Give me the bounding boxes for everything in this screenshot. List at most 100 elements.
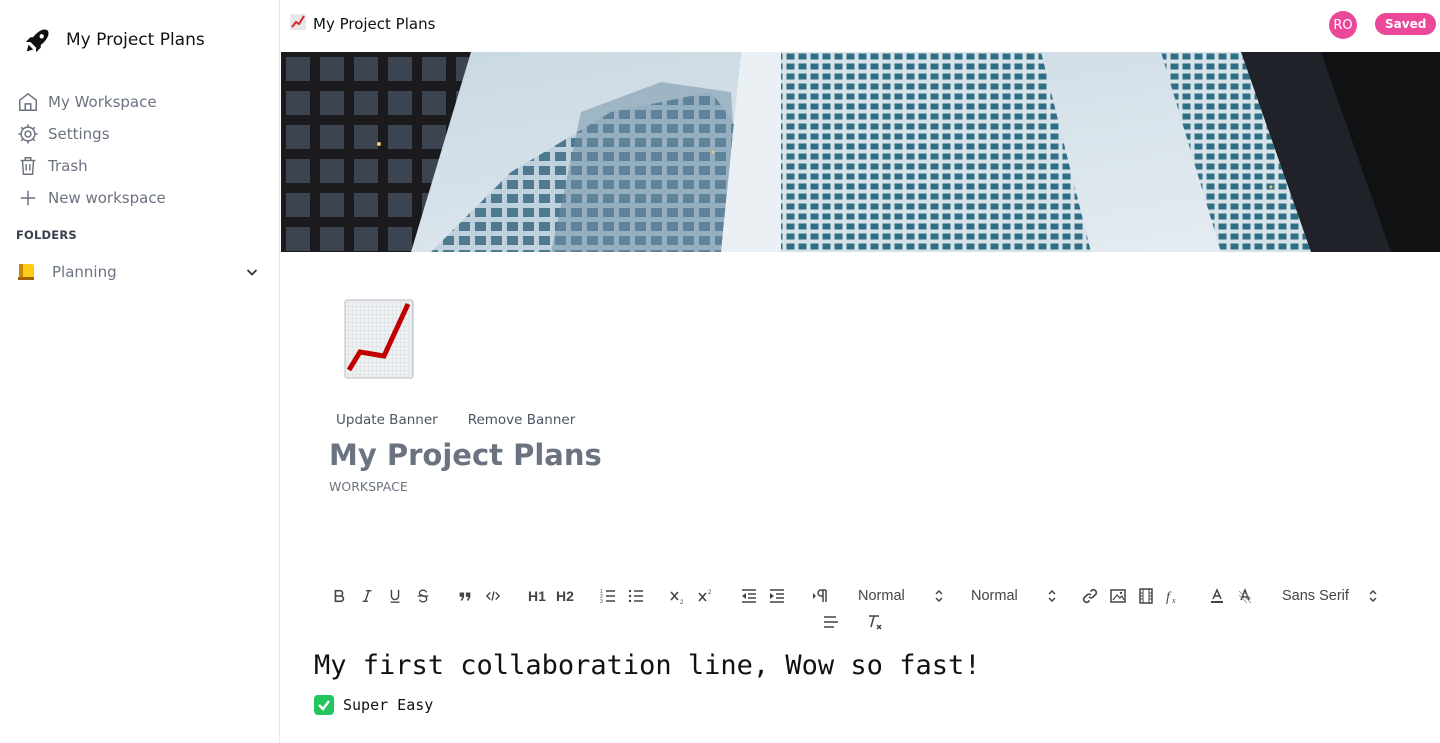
folders-heading: FOLDERS (16, 228, 77, 242)
text-direction-button[interactable] (811, 584, 829, 608)
outdent-icon (742, 589, 756, 603)
quote-icon (459, 592, 471, 601)
chart-increasing-icon (289, 13, 313, 35)
sidebar-nav: My Workspace Settings Trash New workspac… (16, 86, 264, 214)
font-select[interactable]: Sans Serif (1282, 584, 1378, 608)
indent-icon (770, 589, 784, 603)
chevron-down-icon[interactable] (244, 264, 260, 280)
strikethrough-icon (417, 589, 429, 603)
header-1-button[interactable]: H1 (527, 584, 547, 608)
editor-toolbar: H1 H2 123 2 2 Normal Normal fx Sans Seri… (327, 584, 1397, 608)
editor-line-text: Super Easy (343, 696, 434, 714)
sidebar-item-my-workspace[interactable]: My Workspace (16, 86, 264, 118)
image-button[interactable] (1109, 584, 1127, 608)
bold-button[interactable] (331, 584, 347, 608)
outdent-button[interactable] (740, 584, 758, 608)
formula-icon: fx (1166, 590, 1176, 605)
clear-formatting-button[interactable] (866, 610, 884, 634)
breadcrumb-title: My Project Plans (313, 15, 436, 33)
home-icon (16, 90, 40, 114)
background-color-button[interactable] (1236, 584, 1254, 608)
page-subtitle: WORKSPACE (329, 479, 408, 494)
ordered-list-button[interactable]: 123 (599, 584, 617, 608)
subscript-icon: 2 (670, 591, 684, 605)
strike-button[interactable] (415, 584, 431, 608)
italic-button[interactable] (359, 584, 375, 608)
remove-banner-button[interactable]: Remove Banner (461, 410, 583, 430)
video-icon (1139, 588, 1153, 604)
avatar[interactable]: RO (1329, 11, 1357, 39)
align-button[interactable] (822, 610, 840, 634)
select-arrows-icon (1048, 589, 1056, 603)
subscript-button[interactable]: 2 (669, 584, 687, 608)
sidebar-item-label: My Workspace (48, 93, 157, 111)
yellow-notebook-icon (16, 262, 38, 282)
app-name: My Project Plans (66, 30, 205, 50)
text-color-button[interactable] (1208, 584, 1226, 608)
align-left-icon (824, 616, 838, 628)
status-badge: Saved (1375, 13, 1437, 35)
header-2-button[interactable]: H2 (555, 584, 575, 608)
rocket-icon (22, 26, 52, 60)
plus-icon (16, 186, 40, 210)
blockquote-button[interactable] (457, 584, 473, 608)
breadcrumb[interactable]: My Project Plans (289, 13, 435, 35)
editor-content[interactable]: My first collaboration line, Wow so fast… (314, 650, 1414, 715)
underline-button[interactable] (387, 584, 403, 608)
code-icon (485, 591, 501, 601)
banner-actions: Update Banner Remove Banner (329, 410, 598, 430)
header-select-value: Normal (858, 588, 905, 604)
sidebar-item-new-workspace[interactable]: New workspace (16, 182, 264, 214)
settings-icon (16, 122, 40, 146)
sidebar: My Project Plans My Workspace Settings T… (0, 0, 280, 743)
page-title[interactable]: My Project Plans (329, 438, 602, 472)
formula-button[interactable]: fx (1165, 584, 1183, 608)
superscript-icon: 2 (698, 590, 712, 602)
select-arrows-icon (1369, 589, 1377, 603)
rtl-paragraph-icon (813, 589, 827, 602)
video-button[interactable] (1137, 584, 1155, 608)
italic-icon (362, 589, 372, 603)
top-bar: My Project Plans RO Saved (281, 0, 1440, 52)
editor-line[interactable]: Super Easy (314, 695, 1414, 715)
h1-label: H1 (528, 588, 546, 604)
font-select-value: Sans Serif (1282, 588, 1349, 604)
sidebar-item-settings[interactable]: Settings (16, 118, 264, 150)
size-select[interactable]: Normal (971, 584, 1057, 608)
editor-line[interactable]: My first collaboration line, Wow so fast… (314, 650, 1414, 681)
trash-icon (16, 154, 40, 178)
ordered-list-icon: 123 (600, 589, 615, 605)
brand[interactable]: My Project Plans (22, 26, 205, 60)
svg-text:3: 3 (600, 599, 603, 605)
folder-planning[interactable]: Planning (16, 258, 260, 286)
link-icon (1082, 588, 1098, 604)
code-block-button[interactable] (485, 584, 501, 608)
image-icon (1110, 589, 1126, 603)
svg-text:2: 2 (680, 600, 684, 605)
sidebar-item-label: New workspace (48, 189, 166, 207)
superscript-button[interactable]: 2 (697, 584, 715, 608)
svg-text:x: x (1171, 596, 1176, 605)
header-select[interactable]: Normal (858, 584, 944, 608)
background-color-icon (1238, 587, 1252, 604)
bullet-list-icon (628, 589, 643, 603)
link-button[interactable] (1081, 584, 1099, 608)
banner-image (281, 52, 1440, 252)
sidebar-item-label: Settings (48, 125, 110, 143)
clear-format-icon (869, 615, 882, 630)
bold-icon (334, 589, 345, 603)
text-color-icon (1211, 588, 1223, 603)
svg-text:2: 2 (708, 590, 712, 596)
check-mark-icon (314, 695, 334, 715)
sidebar-item-trash[interactable]: Trash (16, 150, 264, 182)
bullet-list-button[interactable] (627, 584, 645, 608)
h2-label: H2 (556, 588, 574, 604)
size-select-value: Normal (971, 588, 1018, 604)
select-arrows-icon (935, 589, 943, 603)
update-banner-button[interactable]: Update Banner (329, 410, 445, 430)
page-emoji-icon[interactable] (344, 298, 414, 380)
underline-icon (390, 589, 400, 603)
indent-button[interactable] (768, 584, 786, 608)
folder-name: Planning (52, 263, 117, 281)
sidebar-item-label: Trash (48, 157, 88, 175)
